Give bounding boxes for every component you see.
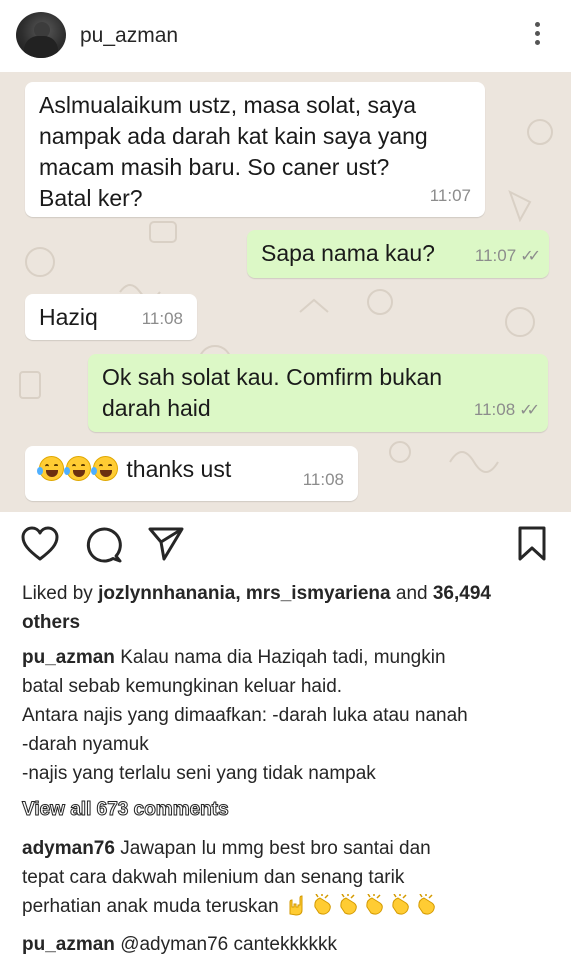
chat-screenshot: Aslmualaikum ustz, masa solat, saya namp… (0, 72, 571, 512)
likes-others[interactable]: others (22, 608, 80, 637)
message-time: 11:08 (141, 309, 183, 328)
chat-message-incoming: thanks ust 11:08 (25, 446, 358, 501)
more-options-icon[interactable] (533, 22, 541, 48)
clap-emoji-icon (340, 894, 357, 915)
chat-message-incoming: Haziq 11:08 (25, 294, 197, 340)
message-time: 11:08 (302, 470, 344, 489)
view-all-suffix: comments (133, 799, 229, 821)
comment-username[interactable]: pu_azman (22, 934, 115, 955)
bookmark-icon[interactable] (517, 526, 547, 562)
comment: pu_azman @adyman76 cantekkkkkk (22, 930, 337, 959)
message-text: Sapa nama kau? (261, 240, 435, 266)
chat-message-outgoing: Sapa nama kau? 11:07 ✓✓ (247, 230, 549, 278)
chat-message-outgoing: Ok sah solat kau. Comfirm bukan darah ha… (88, 354, 548, 432)
avatar[interactable] (16, 12, 66, 58)
caption-line: Antara najis yang dimaafkan: -darah luka… (22, 705, 468, 726)
clap-emoji-icon (418, 894, 435, 915)
caption-line: pu_azman Kalau nama dia Haziqah tadi, mu… (22, 643, 446, 672)
clap-emoji-icon (392, 894, 409, 915)
likes-and: and (395, 583, 428, 604)
post-header: pu_azman (0, 0, 571, 72)
heart-icon[interactable] (20, 526, 60, 562)
message-line: Batal ker? (39, 185, 143, 211)
view-all-comments-link[interactable]: View all 673 comments (21, 795, 229, 824)
comment-text: Jawapan lu mmg best bro santai dan (120, 838, 431, 859)
message-line: darah haid (102, 395, 211, 421)
message-time: 11:08 (473, 400, 516, 419)
message-text: Haziq (39, 304, 98, 330)
joy-emoji-icon (37, 456, 64, 481)
caption-text: Kalau nama dia Haziqah tadi, mungkin (120, 647, 446, 668)
likes-separator: , (235, 583, 241, 604)
caption-line: -najis yang terlalu seni yang tidak namp… (22, 763, 376, 784)
share-icon[interactable] (147, 526, 185, 562)
message-line: Ok sah solat kau. Comfirm bukan (102, 364, 443, 390)
joy-emoji-icon (64, 456, 91, 481)
post-action-bar (0, 512, 571, 582)
comment-username[interactable]: adyman76 (22, 838, 115, 859)
post-username[interactable]: pu_azman (80, 24, 178, 48)
message-text: thanks ust (126, 456, 232, 482)
caption-line: batal sebab kemungkinan keluar haid. (22, 676, 343, 697)
message-time-wrap: 11:08 ✓✓ (473, 394, 540, 426)
avatar-body (24, 36, 58, 58)
horns-emoji-icon (289, 895, 303, 916)
caption-username[interactable]: pu_azman (22, 647, 115, 668)
joy-emoji-icon (91, 456, 118, 481)
comment-line: tepat cara dakwah milenium dan senang ta… (22, 867, 405, 888)
double-check-icon: ✓✓ (519, 402, 540, 419)
likes-prefix: Liked by (22, 583, 93, 604)
message-line: macam masih baru. So caner ust? (39, 154, 390, 180)
comment-icon[interactable] (85, 526, 123, 564)
view-all-prefix: View all (21, 799, 92, 821)
comment-text: perhatian anak muda teruskan (22, 896, 279, 917)
comment-text: @adyman76 cantekkkkkk (120, 934, 337, 955)
view-all-count: 673 (96, 799, 129, 821)
message-time: 11:07 (474, 246, 517, 265)
chat-message-incoming: Aslmualaikum ustz, masa solat, saya namp… (25, 82, 485, 217)
message-line: Aslmualaikum ustz, masa solat, saya (39, 92, 417, 118)
double-check-icon: ✓✓ (520, 248, 541, 265)
liker-username[interactable]: jozlynnhanania (98, 583, 235, 604)
clap-emoji-icon (314, 894, 331, 915)
clap-emoji-icon (366, 894, 383, 915)
likes-line: Liked by jozlynnhanania, mrs_ismyariena … (22, 579, 491, 608)
likes-count[interactable]: 36,494 (433, 583, 491, 604)
message-time: 11:07 (429, 186, 471, 205)
message-time-wrap: 11:07 ✓✓ (474, 240, 541, 272)
caption-line: -darah nyamuk (22, 734, 149, 755)
comment-line: perhatian anak muda teruskan (22, 892, 440, 921)
message-line: nampak ada darah kat kain saya yang (39, 123, 428, 149)
liker-username[interactable]: mrs_ismyariena (246, 583, 391, 604)
comment: adyman76 Jawapan lu mmg best bro santai … (22, 834, 431, 863)
